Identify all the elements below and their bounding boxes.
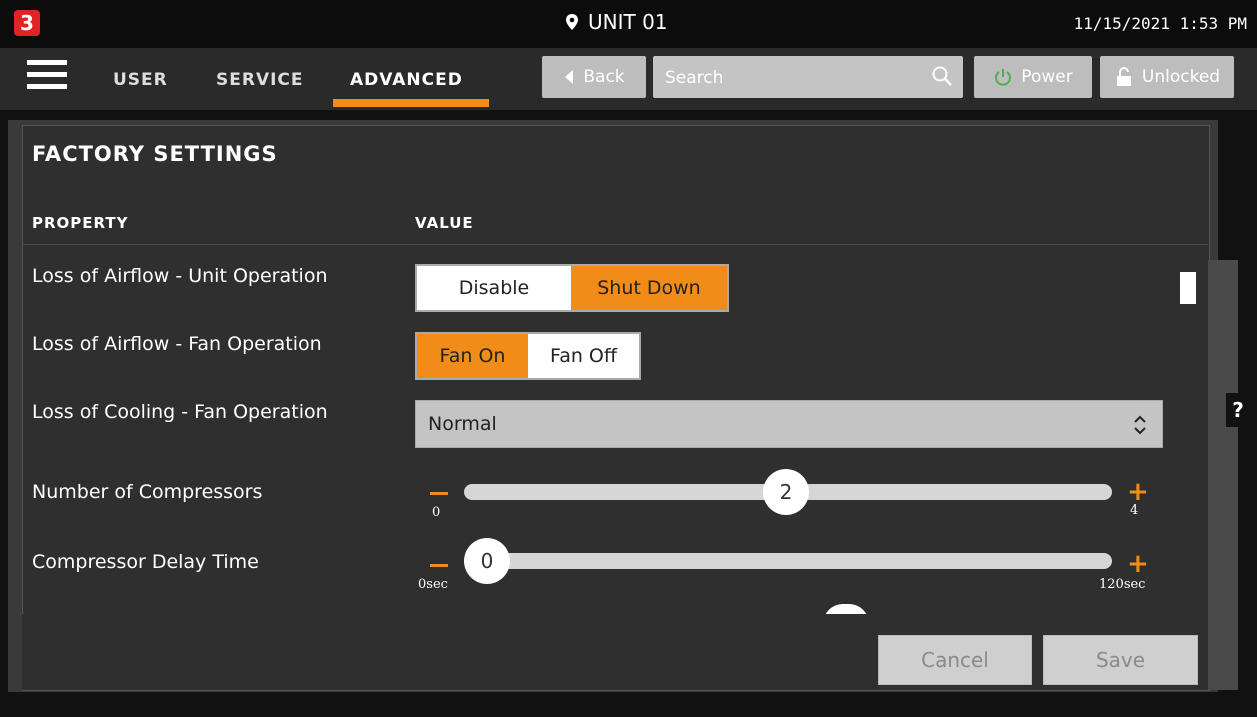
airflow-unit-option-shutdown[interactable]: Shut Down <box>571 266 727 310</box>
airflow-fan-toggle: Fan On Fan Off <box>415 332 641 380</box>
power-button-label: Power <box>1021 67 1073 87</box>
location-pin-icon <box>566 14 578 30</box>
bottom-edge <box>0 692 1257 717</box>
scroll-position-marker <box>1180 272 1196 304</box>
cooling-fan-label: Loss of Cooling - Fan Operation <box>32 401 328 423</box>
unit-indicator: UNIT 01 <box>564 10 668 34</box>
lock-button-label: Unlocked <box>1141 67 1221 87</box>
num-compressors-max-label: 4 <box>1130 503 1139 518</box>
help-button[interactable]: ? <box>1226 393 1250 427</box>
active-tab-indicator <box>333 99 489 107</box>
tab-user[interactable]: USER <box>113 70 168 90</box>
num-compressors-decrement-icon[interactable] <box>430 492 448 495</box>
search-input[interactable] <box>653 56 917 100</box>
lock-button[interactable]: Unlocked <box>1100 56 1234 98</box>
value-column-header: VALUE <box>415 214 474 232</box>
airflow-unit-toggle: Disable Shut Down <box>415 264 729 312</box>
cooling-fan-select[interactable]: Normal <box>415 400 1163 448</box>
compressor-delay-label: Compressor Delay Time <box>32 551 259 573</box>
power-button[interactable]: Power <box>974 56 1092 98</box>
datetime-display: 11/15/2021 1:53 PM <box>1073 14 1247 33</box>
num-compressors-slider-knob[interactable]: 2 <box>763 469 809 515</box>
cancel-button[interactable]: Cancel <box>878 635 1032 685</box>
nav-bar: USER SERVICE ADVANCED Back Power Unlocke… <box>0 48 1257 110</box>
airflow-fan-option-on[interactable]: Fan On <box>417 334 528 378</box>
search-box[interactable] <box>653 56 963 100</box>
compressor-delay-slider-knob[interactable]: 0 <box>464 538 510 584</box>
panel-title: FACTORY SETTINGS <box>32 142 278 166</box>
airflow-unit-option-disable[interactable]: Disable <box>417 266 571 310</box>
airflow-fan-label: Loss of Airflow - Fan Operation <box>32 333 322 355</box>
property-column-header: PROPERTY <box>32 214 129 232</box>
compressor-delay-increment-icon[interactable]: + <box>1127 551 1149 577</box>
search-icon[interactable] <box>931 65 953 87</box>
brand-logo: 3 <box>14 10 40 36</box>
scrollbar[interactable] <box>1208 260 1238 690</box>
cooling-fan-selected-value: Normal <box>428 413 497 435</box>
num-compressors-min-label: 0 <box>432 505 441 520</box>
back-arrow-icon <box>565 70 574 84</box>
num-compressors-label: Number of Compressors <box>32 481 263 503</box>
unit-title: UNIT 01 <box>588 10 668 34</box>
compressor-delay-slider-track[interactable] <box>464 553 1112 569</box>
compressor-delay-max-label: 120sec <box>1099 577 1146 592</box>
num-compressors-increment-icon[interactable]: + <box>1127 479 1149 505</box>
power-icon <box>995 69 1012 86</box>
compressor-delay-decrement-icon[interactable] <box>430 564 448 567</box>
save-button[interactable]: Save <box>1043 635 1198 685</box>
hamburger-menu-icon[interactable] <box>27 60 67 92</box>
up-down-chevron-icon <box>1132 414 1148 440</box>
unlocked-padlock-icon <box>1116 67 1131 86</box>
airflow-unit-label: Loss of Airflow - Unit Operation <box>32 265 328 287</box>
back-button-label: Back <box>583 67 625 87</box>
tab-service[interactable]: SERVICE <box>216 70 304 90</box>
top-bar: 3 UNIT 01 11/15/2021 1:53 PM <box>0 0 1257 48</box>
back-button[interactable]: Back <box>542 56 646 98</box>
compressor-delay-min-label: 0sec <box>418 577 448 592</box>
header-divider <box>22 244 1208 245</box>
airflow-fan-option-off[interactable]: Fan Off <box>528 334 639 378</box>
tab-advanced[interactable]: ADVANCED <box>350 70 463 90</box>
